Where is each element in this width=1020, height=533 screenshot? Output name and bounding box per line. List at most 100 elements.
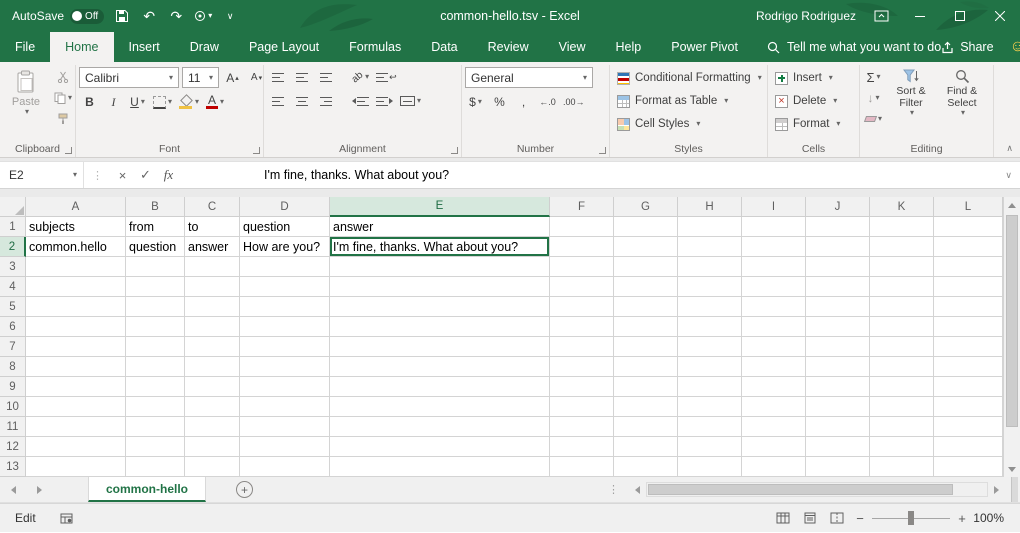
increase-decimal-button[interactable]: ←.0 [537, 92, 558, 112]
cell-A7[interactable] [26, 337, 126, 357]
cell-F9[interactable] [550, 377, 614, 397]
cell-K7[interactable] [870, 337, 934, 357]
row-header-8[interactable]: 8 [0, 357, 26, 377]
cell-B5[interactable] [126, 297, 185, 317]
cell-E10[interactable] [330, 397, 550, 417]
format-as-table-button[interactable]: Format as Table▾ [613, 90, 766, 112]
cell-L12[interactable] [934, 437, 1003, 457]
cell-D4[interactable] [240, 277, 330, 297]
cell-G1[interactable] [614, 217, 678, 237]
cell-E5[interactable] [330, 297, 550, 317]
cell-E11[interactable] [330, 417, 550, 437]
cell-K12[interactable] [870, 437, 934, 457]
column-header-L[interactable]: L [934, 197, 1003, 217]
tab-insert[interactable]: Insert [114, 32, 175, 62]
column-header-F[interactable]: F [550, 197, 614, 217]
find-select-button[interactable]: Find & Select▾ [938, 67, 986, 141]
cell-F8[interactable] [550, 357, 614, 377]
cell-L8[interactable] [934, 357, 1003, 377]
align-left-button[interactable] [267, 91, 288, 111]
row-header-1[interactable]: 1 [0, 217, 26, 237]
cell-D6[interactable] [240, 317, 330, 337]
tab-power-pivot[interactable]: Power Pivot [656, 32, 753, 62]
tab-home[interactable]: Home [50, 32, 113, 62]
cell-H12[interactable] [678, 437, 742, 457]
row-header-12[interactable]: 12 [0, 437, 26, 457]
sheet-tab-common-hello[interactable]: common-hello [88, 477, 206, 502]
zoom-slider-thumb[interactable] [908, 511, 914, 525]
cell-J2[interactable] [806, 237, 870, 257]
normal-view-button[interactable] [769, 504, 796, 532]
cell-G5[interactable] [614, 297, 678, 317]
cell-I6[interactable] [742, 317, 806, 337]
cell-F6[interactable] [550, 317, 614, 337]
cell-G10[interactable] [614, 397, 678, 417]
cell-L11[interactable] [934, 417, 1003, 437]
orientation-button[interactable]: ab▾ [350, 67, 371, 87]
font-name-combobox[interactable]: Calibri▾ [79, 67, 179, 88]
autosave-toggle[interactable]: AutoSave Off [12, 9, 104, 24]
cell-B4[interactable] [126, 277, 185, 297]
zoom-slider[interactable] [872, 511, 950, 525]
cell-H11[interactable] [678, 417, 742, 437]
column-header-I[interactable]: I [742, 197, 806, 217]
cell-J10[interactable] [806, 397, 870, 417]
cell-C13[interactable] [185, 457, 240, 477]
row-header-13[interactable]: 13 [0, 457, 26, 477]
cell-K2[interactable] [870, 237, 934, 257]
page-layout-view-button[interactable] [796, 504, 823, 532]
cell-C6[interactable] [185, 317, 240, 337]
font-dialog-launcher-icon[interactable] [253, 147, 260, 154]
cell-C9[interactable] [185, 377, 240, 397]
cell-L6[interactable] [934, 317, 1003, 337]
cell-B2[interactable]: question [126, 237, 185, 257]
middle-align-button[interactable] [291, 67, 312, 87]
cell-B12[interactable] [126, 437, 185, 457]
cell-J11[interactable] [806, 417, 870, 437]
cell-B3[interactable] [126, 257, 185, 277]
row-header-6[interactable]: 6 [0, 317, 26, 337]
cell-J8[interactable] [806, 357, 870, 377]
cell-A12[interactable] [26, 437, 126, 457]
sheet-nav-left-icon[interactable] [0, 477, 26, 502]
cell-F12[interactable] [550, 437, 614, 457]
cell-F13[interactable] [550, 457, 614, 477]
cell-G12[interactable] [614, 437, 678, 457]
cell-H2[interactable] [678, 237, 742, 257]
macro-record-button[interactable] [60, 513, 73, 524]
cell-G9[interactable] [614, 377, 678, 397]
scroll-up-icon[interactable] [1004, 197, 1020, 213]
increase-indent-button[interactable] [374, 91, 395, 111]
italic-button[interactable]: I [103, 92, 124, 112]
cell-C11[interactable] [185, 417, 240, 437]
cell-A4[interactable] [26, 277, 126, 297]
conditional-formatting-button[interactable]: Conditional Formatting▾ [613, 67, 766, 89]
cell-I10[interactable] [742, 397, 806, 417]
enter-icon[interactable]: ✓ [134, 167, 157, 183]
cell-E12[interactable] [330, 437, 550, 457]
row-header-11[interactable]: 11 [0, 417, 26, 437]
cell-H10[interactable] [678, 397, 742, 417]
cell-K8[interactable] [870, 357, 934, 377]
font-color-button[interactable]: A▾ [204, 92, 226, 112]
insert-cells-button[interactable]: Insert▾ [771, 67, 844, 89]
collapse-ribbon-button[interactable]: ∧ [1006, 143, 1013, 154]
scroll-right-icon[interactable] [988, 477, 1005, 502]
cell-I11[interactable] [742, 417, 806, 437]
fill-color-button[interactable]: ▾ [177, 92, 201, 112]
row-header-7[interactable]: 7 [0, 337, 26, 357]
redo-button[interactable]: ↷ [167, 4, 185, 28]
ribbon-display-options-button[interactable] [872, 4, 890, 28]
borders-button[interactable]: ▾ [151, 92, 174, 112]
copy-button[interactable]: ▾ [52, 88, 74, 108]
scroll-down-icon[interactable] [1004, 461, 1020, 477]
format-painter-button[interactable] [52, 109, 74, 129]
cell-D2[interactable]: How are you? [240, 237, 330, 257]
cell-B7[interactable] [126, 337, 185, 357]
cell-C1[interactable]: to [185, 217, 240, 237]
cell-I12[interactable] [742, 437, 806, 457]
accounting-format-button[interactable]: $▾ [465, 92, 486, 112]
decrease-decimal-button[interactable]: .00→ [561, 92, 587, 112]
cell-I8[interactable] [742, 357, 806, 377]
cell-J4[interactable] [806, 277, 870, 297]
